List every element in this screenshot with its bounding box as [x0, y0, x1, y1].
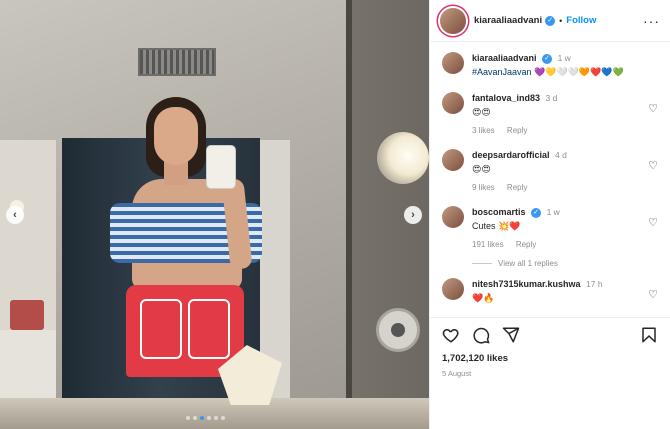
avatar[interactable] [440, 7, 466, 34]
comment-text: ❤️🔥 [472, 293, 495, 303]
mirror [0, 0, 352, 405]
comment-time: 4 d [555, 150, 567, 160]
verified-icon: ✓ [542, 53, 553, 64]
caption-username[interactable]: kiaraaliaadvani [472, 53, 537, 63]
comment-username[interactable]: fantalova_ind83 [472, 93, 540, 103]
bookmark-icon[interactable] [640, 326, 658, 344]
separator: • [559, 15, 563, 26]
action-bar: 1,702,120 likes 5 August [430, 317, 670, 429]
carousel-dot [214, 416, 218, 420]
comment-icon[interactable] [472, 326, 490, 344]
reply-button[interactable]: Reply [507, 126, 527, 135]
post-date: 5 August [442, 369, 472, 378]
more-options-icon[interactable]: ··· [643, 13, 660, 29]
next-slide-button[interactable]: › [404, 206, 422, 224]
comment-avatar[interactable] [442, 278, 464, 300]
like-comment-icon[interactable]: ♡ [648, 216, 658, 229]
carousel-dot [207, 416, 211, 420]
comment-likes[interactable]: 3 likes [472, 126, 495, 135]
view-replies-label[interactable]: View all 1 replies [498, 259, 558, 268]
caption-hashtag[interactable]: #AavanJaavan [472, 67, 532, 77]
post-image[interactable]: ‹ › [0, 0, 429, 429]
post-panel: kiaraaliaadvani ✓ • Follow ··· kiaraalia… [429, 0, 670, 429]
like-comment-icon[interactable]: ♡ [648, 159, 658, 172]
comment-avatar[interactable] [442, 92, 464, 114]
like-comment-icon[interactable]: ♡ [648, 102, 658, 115]
comment-time: 3 d [545, 93, 558, 103]
ceiling-vent [138, 48, 216, 76]
phone [206, 145, 236, 189]
comment: deepsardarofficial 4 d 😍😍 9 likes Reply … [442, 149, 660, 192]
view-replies[interactable]: View all 1 replies [472, 259, 660, 268]
caption-emojis: 💜💛🤍🤍🧡❤️💙💚 [534, 67, 624, 77]
comment-time: 17 h [586, 279, 603, 289]
caption: kiaraaliaadvani ✓ 1 w #AavanJaavan 💜💛🤍🤍🧡… [442, 52, 660, 78]
comment: boscomartis ✓ 1 w Cutes 💥❤️ 191 likes Re… [442, 206, 660, 249]
vanity-bulb [377, 132, 429, 184]
comment-username[interactable]: deepsardarofficial [472, 150, 550, 160]
comment-likes[interactable]: 191 likes [472, 240, 504, 249]
like-comment-icon[interactable]: ♡ [648, 288, 658, 301]
shelf [0, 398, 429, 429]
counter [0, 330, 56, 400]
previous-slide-button[interactable]: ‹ [6, 206, 24, 224]
verified-icon: ✓ [545, 15, 556, 26]
carousel-dot [200, 416, 204, 420]
header-username[interactable]: kiaraaliaadvani [474, 15, 542, 26]
face [154, 107, 198, 165]
follow-button[interactable]: Follow [566, 15, 596, 26]
reply-button[interactable]: Reply [516, 240, 536, 249]
carousel-dots [186, 416, 225, 420]
comments-feed[interactable]: kiaraaliaadvani ✓ 1 w #AavanJaavan 💜💛🤍🤍🧡… [430, 42, 670, 317]
carousel-dot [186, 416, 190, 420]
post-header: kiaraaliaadvani ✓ • Follow ··· [430, 0, 670, 42]
comment-avatar[interactable] [442, 206, 464, 228]
bottles [10, 300, 44, 330]
comment-username[interactable]: boscomartis [472, 207, 526, 217]
carousel-dot [221, 416, 225, 420]
comment-avatar[interactable] [442, 149, 464, 171]
comment-text: 😍😍 [472, 164, 491, 174]
comment-text: 😍😍 [472, 107, 491, 117]
comment-username[interactable]: nitesh7315kumar.kushwa [472, 279, 581, 289]
caption-time: 1 w [557, 53, 571, 63]
caption-avatar[interactable] [442, 52, 464, 74]
verified-icon: ✓ [531, 207, 542, 218]
comment: fantalova_ind83 3 d 😍😍 3 likes Reply ♡ [442, 92, 660, 135]
reply-button[interactable]: Reply [507, 183, 527, 192]
wall-outlet [376, 308, 420, 352]
carousel-dot [193, 416, 197, 420]
replies-line [472, 263, 492, 264]
comment-time: 1 w [546, 207, 560, 217]
comment-likes[interactable]: 9 likes [472, 183, 495, 192]
likes-count[interactable]: 1,702,120 likes [442, 353, 658, 364]
comment: nitesh7315kumar.kushwa 17 h ❤️🔥 ♡ [442, 278, 660, 304]
share-icon[interactable] [502, 326, 520, 344]
like-icon[interactable] [442, 326, 460, 344]
comment-text: Cutes 💥❤️ [472, 221, 521, 231]
